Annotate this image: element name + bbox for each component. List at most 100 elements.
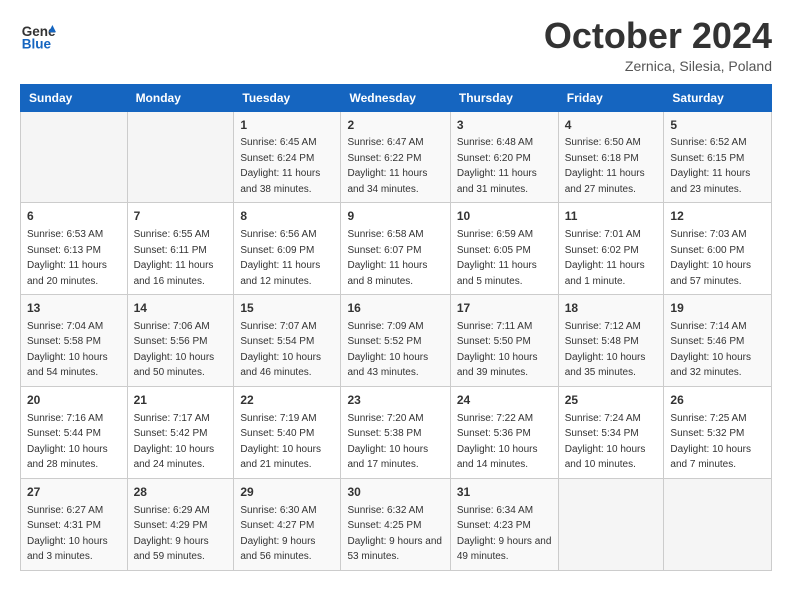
day-cell: 18 Sunrise: 7:12 AMSunset: 5:48 PMDayligh… — [558, 295, 664, 387]
week-row-1: 1 Sunrise: 6:45 AMSunset: 6:24 PMDaylight… — [21, 111, 772, 203]
day-cell: 4 Sunrise: 6:50 AMSunset: 6:18 PMDaylight… — [558, 111, 664, 203]
day-number: 4 — [565, 117, 658, 134]
day-info: Sunrise: 6:27 AMSunset: 4:31 PMDaylight:… — [27, 505, 108, 563]
col-monday: Monday — [127, 84, 234, 111]
day-number: 15 — [240, 300, 334, 317]
day-cell: 8Sunrise: 6:56 AMSunset: 6:09 PMDaylight… — [234, 203, 341, 295]
day-info: Sunrise: 6:50 AMSunset: 6:18 PMDaylight:… — [565, 137, 645, 195]
day-cell: 24Sunrise: 7:22 AMSunset: 5:36 PMDayligh… — [450, 386, 558, 478]
day-number: 3 — [457, 117, 552, 134]
day-number: 24 — [457, 392, 552, 409]
day-info: Sunrise: 7:04 AMSunset: 5:58 PMDaylight:… — [27, 321, 108, 379]
day-number: 21 — [134, 392, 228, 409]
day-cell: 9 Sunrise: 6:58 AMSunset: 6:07 PMDaylight… — [341, 203, 450, 295]
day-cell: 25 Sunrise: 7:24 AMSunset: 5:34 PMDayligh… — [558, 386, 664, 478]
day-cell: 14 Sunrise: 7:06 AMSunset: 5:56 PMDayligh… — [127, 295, 234, 387]
day-number: 30 — [347, 484, 443, 501]
day-number: 22 — [240, 392, 334, 409]
week-row-3: 13 Sunrise: 7:04 AMSunset: 5:58 PMDayligh… — [21, 295, 772, 387]
day-number: 7 — [134, 208, 228, 225]
day-cell: 31Sunrise: 6:34 AMSunset: 4:23 PMDayligh… — [450, 478, 558, 570]
day-number: 19 — [670, 300, 765, 317]
month-title: October 2024 — [544, 16, 772, 56]
day-number: 29 — [240, 484, 334, 501]
day-cell: 1 Sunrise: 6:45 AMSunset: 6:24 PMDaylight… — [234, 111, 341, 203]
location: Zernica, Silesia, Poland — [544, 58, 772, 74]
day-number: 12 — [670, 208, 765, 225]
day-cell: 13 Sunrise: 7:04 AMSunset: 5:58 PMDayligh… — [21, 295, 128, 387]
day-info: Sunrise: 6:52 AMSunset: 6:15 PMDaylight:… — [670, 137, 750, 195]
day-info: Sunrise: 6:32 AMSunset: 4:25 PMDaylight:… — [347, 505, 442, 563]
week-row-2: 6 Sunrise: 6:53 AMSunset: 6:13 PMDaylight… — [21, 203, 772, 295]
day-cell: 28Sunrise: 6:29 AMSunset: 4:29 PMDayligh… — [127, 478, 234, 570]
day-info: Sunrise: 6:53 AMSunset: 6:13 PMDaylight:… — [27, 229, 107, 287]
day-number: 17 — [457, 300, 552, 317]
svg-text:Blue: Blue — [22, 36, 52, 51]
day-cell: 5 Sunrise: 6:52 AMSunset: 6:15 PMDaylight… — [664, 111, 772, 203]
day-number: 23 — [347, 392, 443, 409]
col-sunday: Sunday — [21, 84, 128, 111]
day-number: 10 — [457, 208, 552, 225]
day-cell — [664, 478, 772, 570]
day-info: Sunrise: 7:17 AMSunset: 5:42 PMDaylight:… — [134, 413, 215, 471]
day-number: 11 — [565, 208, 658, 225]
day-cell: 7 Sunrise: 6:55 AMSunset: 6:11 PMDaylight… — [127, 203, 234, 295]
day-info: Sunrise: 7:06 AMSunset: 5:56 PMDaylight:… — [134, 321, 215, 379]
day-number: 9 — [347, 208, 443, 225]
day-number: 25 — [565, 392, 658, 409]
day-info: Sunrise: 6:58 AMSunset: 6:07 PMDaylight:… — [347, 229, 427, 287]
day-cell: 15 Sunrise: 7:07 AMSunset: 5:54 PMDayligh… — [234, 295, 341, 387]
day-cell: 11 Sunrise: 7:01 AMSunset: 6:02 PMDayligh… — [558, 203, 664, 295]
col-tuesday: Tuesday — [234, 84, 341, 111]
day-cell: 12 Sunrise: 7:03 AMSunset: 6:00 PMDayligh… — [664, 203, 772, 295]
week-row-4: 20 Sunrise: 7:16 AMSunset: 5:44 PMDayligh… — [21, 386, 772, 478]
day-info: Sunrise: 6:34 AMSunset: 4:23 PMDaylight:… — [457, 505, 552, 563]
day-info: Sunrise: 7:03 AMSunset: 6:00 PMDaylight:… — [670, 229, 751, 287]
day-info: Sunrise: 6:55 AMSunset: 6:11 PMDaylight:… — [134, 229, 214, 287]
day-info: Sunrise: 6:30 AMSunset: 4:27 PMDaylight:… — [240, 505, 316, 563]
calendar-page: General Blue October 2024 Zernica, Siles… — [0, 0, 792, 612]
day-info: Sunrise: 7:20 AMSunset: 5:38 PMDaylight:… — [347, 413, 428, 471]
day-number: 5 — [670, 117, 765, 134]
calendar-table: Sunday Monday Tuesday Wednesday Thursday… — [20, 84, 772, 571]
day-cell — [21, 111, 128, 203]
col-wednesday: Wednesday — [341, 84, 450, 111]
day-cell: 3Sunrise: 6:48 AMSunset: 6:20 PMDaylight… — [450, 111, 558, 203]
day-number: 13 — [27, 300, 121, 317]
day-info: Sunrise: 7:09 AMSunset: 5:52 PMDaylight:… — [347, 321, 428, 379]
day-cell: 22Sunrise: 7:19 AMSunset: 5:40 PMDayligh… — [234, 386, 341, 478]
day-info: Sunrise: 7:12 AMSunset: 5:48 PMDaylight:… — [565, 321, 646, 379]
day-cell: 26Sunrise: 7:25 AMSunset: 5:32 PMDayligh… — [664, 386, 772, 478]
day-number: 8 — [240, 208, 334, 225]
day-cell: 17Sunrise: 7:11 AMSunset: 5:50 PMDayligh… — [450, 295, 558, 387]
logo: General Blue — [20, 16, 60, 52]
day-number: 18 — [565, 300, 658, 317]
day-info: Sunrise: 7:25 AMSunset: 5:32 PMDaylight:… — [670, 413, 751, 471]
day-cell: 20 Sunrise: 7:16 AMSunset: 5:44 PMDayligh… — [21, 386, 128, 478]
day-info: Sunrise: 7:24 AMSunset: 5:34 PMDaylight:… — [565, 413, 646, 471]
day-cell: 30 Sunrise: 6:32 AMSunset: 4:25 PMDayligh… — [341, 478, 450, 570]
day-info: Sunrise: 6:45 AMSunset: 6:24 PMDaylight:… — [240, 137, 320, 195]
day-info: Sunrise: 7:14 AMSunset: 5:46 PMDaylight:… — [670, 321, 751, 379]
day-info: Sunrise: 7:16 AMSunset: 5:44 PMDaylight:… — [27, 413, 108, 471]
day-info: Sunrise: 7:01 AMSunset: 6:02 PMDaylight:… — [565, 229, 645, 287]
day-cell: 27Sunrise: 6:27 AMSunset: 4:31 PMDayligh… — [21, 478, 128, 570]
day-number: 1 — [240, 117, 334, 134]
col-saturday: Saturday — [664, 84, 772, 111]
day-number: 20 — [27, 392, 121, 409]
day-number: 6 — [27, 208, 121, 225]
day-cell: 19 Sunrise: 7:14 AMSunset: 5:46 PMDayligh… — [664, 295, 772, 387]
day-number: 14 — [134, 300, 228, 317]
day-cell — [558, 478, 664, 570]
day-info: Sunrise: 6:47 AMSunset: 6:22 PMDaylight:… — [347, 137, 427, 195]
col-thursday: Thursday — [450, 84, 558, 111]
logo-icon: General Blue — [20, 16, 56, 52]
day-cell: 29 Sunrise: 6:30 AMSunset: 4:27 PMDayligh… — [234, 478, 341, 570]
day-number: 28 — [134, 484, 228, 501]
week-row-5: 27Sunrise: 6:27 AMSunset: 4:31 PMDayligh… — [21, 478, 772, 570]
day-number: 16 — [347, 300, 443, 317]
day-cell: 23 Sunrise: 7:20 AMSunset: 5:38 PMDayligh… — [341, 386, 450, 478]
col-friday: Friday — [558, 84, 664, 111]
day-number: 2 — [347, 117, 443, 134]
day-info: Sunrise: 7:07 AMSunset: 5:54 PMDaylight:… — [240, 321, 321, 379]
